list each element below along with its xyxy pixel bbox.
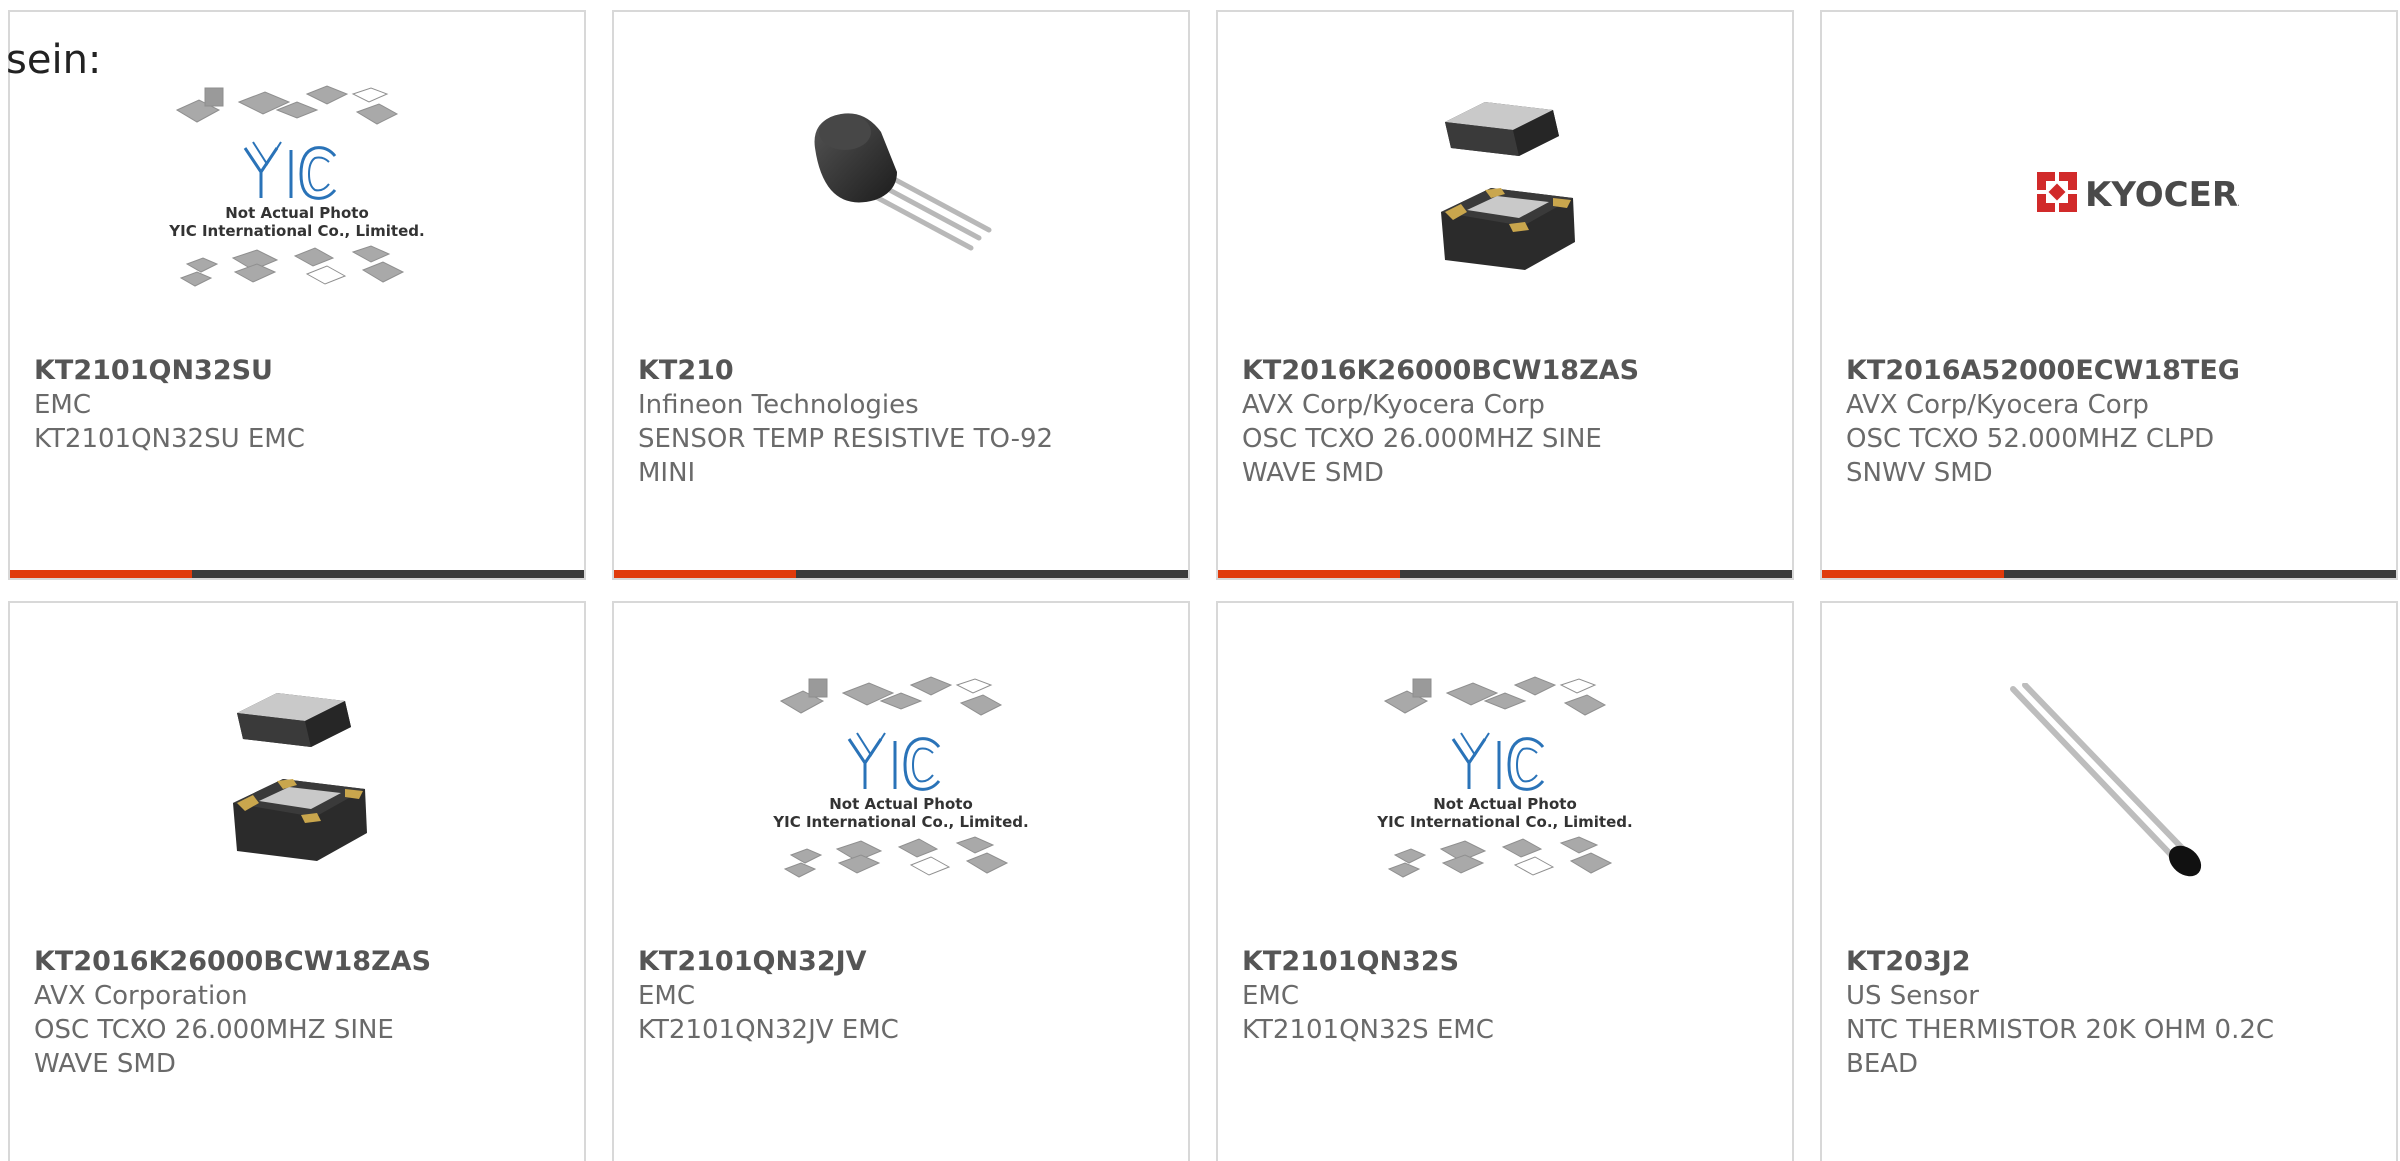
part-number[interactable]: KT2016K26000BCW18ZAS <box>1242 354 1772 388</box>
placeholder-caption-2: YIC International Co., Limited. <box>772 813 1028 831</box>
description: SENSOR TEMP RESISTIVE TO-92 MINI <box>638 424 1054 488</box>
product-image <box>1969 663 2249 903</box>
product-card[interactable]: KT2016K26000BCW18ZAS AVX Corp/Kyocera Co… <box>1216 10 1794 580</box>
product-card[interactable]: KT210 Infineon Technologies SENSOR TEMP … <box>612 10 1190 580</box>
product-card[interactable]: Not Actual Photo YIC International Co., … <box>1216 601 1794 1161</box>
description: OSC TCXO 52.000MHZ CLPD SNWV SMD <box>1846 424 2215 488</box>
manufacturer: Infineon Technologies <box>638 390 919 420</box>
description: KT2101QN32SU EMC <box>34 424 305 454</box>
manufacturer: US Sensor <box>1846 981 1979 1011</box>
product-image: KYOCERA <box>1969 72 2249 312</box>
placeholder-caption-2: YIC International Co., Limited. <box>1376 813 1632 831</box>
description: OSC TCXO 26.000MHZ SINE WAVE SMD <box>1242 424 1602 488</box>
smd-oscillator-icon <box>1441 102 1575 270</box>
product-image-placeholder: Not Actual Photo YIC International Co., … <box>761 663 1041 903</box>
card-bottom-bar <box>614 570 1188 578</box>
ntc-thermistor-icon <box>2010 683 2202 877</box>
placeholder-caption-1: Not Actual Photo <box>225 204 369 222</box>
kyocera-logo-icon: KYOCERA <box>2037 172 2239 215</box>
yic-placeholder-icon: Not Actual Photo YIC International Co., … <box>772 676 1029 878</box>
smd-oscillator-icon <box>233 693 367 861</box>
part-number[interactable]: KT2016K26000BCW18ZAS <box>34 945 564 979</box>
to92-transistor-icon <box>814 113 992 251</box>
manufacturer: AVX Corp/Kyocera Corp <box>1242 390 1545 420</box>
product-image-placeholder: Not Actual Photo YIC International Co., … <box>157 72 437 312</box>
manufacturer: EMC <box>1242 981 1300 1011</box>
part-number[interactable]: KT2016A52000ECW18TEG <box>1846 354 2376 388</box>
product-card[interactable]: KT203J2 US Sensor NTC THERMISTOR 20K OHM… <box>1820 601 2398 1161</box>
card-bar-accent <box>614 570 796 578</box>
card-bottom-bar <box>1218 570 1792 578</box>
placeholder-caption-1: Not Actual Photo <box>829 795 973 813</box>
part-number[interactable]: KT210 <box>638 354 1168 388</box>
card-bar-accent <box>10 570 192 578</box>
description: KT2101QN32S EMC <box>1242 1015 1494 1045</box>
product-grid: Not Actual Photo YIC International Co., … <box>8 10 2400 1161</box>
card-bar-accent <box>1218 570 1400 578</box>
card-bottom-bar <box>10 570 584 578</box>
manufacturer: AVX Corp/Kyocera Corp <box>1846 390 2149 420</box>
product-card[interactable]: KT2016K26000BCW18ZAS AVX Corporation OSC… <box>8 601 586 1161</box>
description: OSC TCXO 26.000MHZ SINE WAVE SMD <box>34 1015 394 1079</box>
lead-text: sein: <box>6 37 102 83</box>
part-number[interactable]: KT2101QN32SU <box>34 354 564 388</box>
product-grid-page: sein: Not Actual Photo YIC International… <box>0 0 2400 1161</box>
placeholder-caption-1: Not Actual Photo <box>1433 795 1577 813</box>
product-image <box>157 663 437 903</box>
product-image <box>761 72 1041 312</box>
product-card[interactable]: Not Actual Photo YIC International Co., … <box>612 601 1190 1161</box>
description: NTC THERMISTOR 20K OHM 0.2C BEAD <box>1846 1015 2275 1079</box>
yic-placeholder-icon: Not Actual Photo YIC International Co., … <box>1376 676 1633 878</box>
kyocera-logo-text: KYOCERA <box>2085 175 2239 215</box>
yic-placeholder-icon: Not Actual Photo YIC International Co., … <box>168 85 425 287</box>
part-number[interactable]: KT2101QN32JV <box>638 945 1168 979</box>
product-image-placeholder: Not Actual Photo YIC International Co., … <box>1365 663 1645 903</box>
manufacturer: AVX Corporation <box>34 981 248 1011</box>
product-image <box>1365 72 1645 312</box>
product-card[interactable]: Not Actual Photo YIC International Co., … <box>8 10 586 580</box>
placeholder-caption-2: YIC International Co., Limited. <box>168 222 424 240</box>
card-bottom-bar <box>1822 570 2396 578</box>
product-card[interactable]: KYOCERA KT2016A52000ECW18TEG AVX Corp/Ky… <box>1820 10 2398 580</box>
manufacturer: EMC <box>34 390 92 420</box>
part-number[interactable]: KT203J2 <box>1846 945 2376 979</box>
manufacturer: EMC <box>638 981 696 1011</box>
part-number[interactable]: KT2101QN32S <box>1242 945 1772 979</box>
card-bar-accent <box>1822 570 2004 578</box>
description: KT2101QN32JV EMC <box>638 1015 899 1045</box>
